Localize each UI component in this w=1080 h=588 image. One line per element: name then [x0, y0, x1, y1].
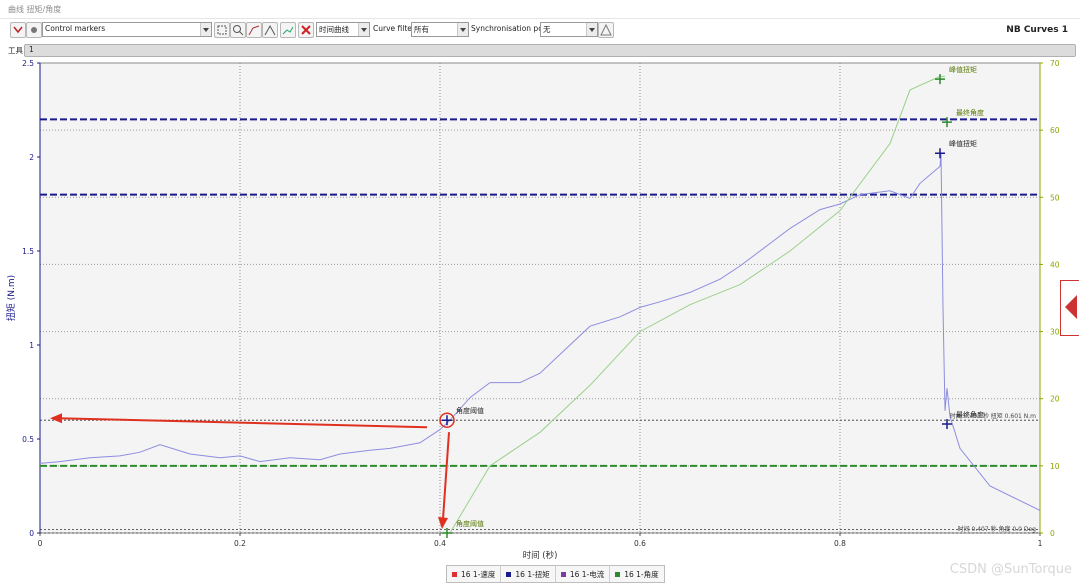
markers-combo-value: Control markers	[45, 24, 106, 33]
annotation-label: 角度阈值	[456, 519, 484, 528]
settings-icon[interactable]	[26, 22, 42, 38]
curve-filter-combo[interactable]: 所有	[411, 22, 469, 37]
legend-label-angle: 16 1-角度	[624, 569, 659, 579]
annotation-label: 峰值扭矩	[949, 65, 977, 74]
tools-value: 1	[29, 45, 34, 54]
sync-point-combo-value: 无	[543, 25, 551, 34]
panel-title: NB Curves 1	[1006, 25, 1068, 35]
zoom-fit-icon[interactable]	[214, 22, 230, 38]
plot-area	[39, 62, 1041, 534]
note-text: 时间 0.407 秒 扭矩 0.601 N.m	[950, 412, 1036, 420]
y-right-tick-label: 10	[1050, 462, 1060, 471]
x-tick-label: 0.2	[234, 539, 246, 548]
x-tick-label: 1	[1038, 539, 1043, 548]
y-left-tick-label: 0	[29, 529, 34, 538]
zoom-in-icon[interactable]	[230, 22, 246, 38]
y-right-tick-label: 50	[1050, 193, 1060, 202]
y-left-tick-label: 1	[29, 341, 34, 350]
chevron-down-icon[interactable]	[358, 23, 369, 36]
csv-export-icon[interactable]	[10, 22, 26, 38]
time-curve-combo[interactable]: 时间曲线	[316, 22, 370, 37]
legend-swatch-current	[560, 571, 566, 577]
y-right-tick-label: 20	[1050, 395, 1060, 404]
note-text: 时间 0.407 秒 角度 0.0 Deg	[958, 525, 1037, 533]
legend-swatch-angle	[615, 571, 621, 577]
y-right-tick-label: 30	[1050, 328, 1060, 337]
torque-angle-chart: 0 0.2 0.4 0.6 0.8 101020304050607000.511.522.…	[5, 59, 1060, 561]
y-right-tick-label: 60	[1050, 126, 1060, 135]
window-title: 曲线 扭矩/角度	[8, 5, 62, 14]
y-right-tick-label: 0	[1050, 529, 1055, 538]
curve-fit-icon[interactable]	[262, 22, 278, 38]
x-tick-label: 0.6	[634, 539, 646, 548]
window-title-bar: 曲线 扭矩/角度	[0, 0, 1080, 19]
y-left-tick-label: 2	[29, 153, 34, 162]
legend-item-angle[interactable]: 16 1-角度	[610, 566, 663, 582]
y-right-tick-label: 40	[1050, 260, 1060, 269]
y-left-tick-label: 1.5	[22, 247, 34, 256]
chevron-down-icon[interactable]	[457, 23, 468, 36]
y-right-tick-label: 70	[1050, 59, 1060, 68]
side-panel-toggle[interactable]	[1060, 280, 1079, 336]
watermark: CSDN @SunTorque	[949, 562, 1072, 577]
x-axis-label: 时间 (秒)	[523, 550, 558, 561]
time-curve-combo-value: 时间曲线	[319, 25, 349, 34]
legend-item-current[interactable]: 16 1-电流	[556, 566, 611, 582]
tools-bar: 工具 1	[6, 44, 1076, 57]
legend-item-torque[interactable]: 16 1-扭矩	[501, 566, 556, 582]
toolbar: Control markers 时间曲线 Curve filter 所有 Syn…	[6, 19, 1076, 41]
x-tick-label: 0.8	[834, 539, 846, 548]
curve-filter-combo-value: 所有	[414, 25, 429, 34]
x-tick-label: 0.4	[434, 539, 446, 548]
warning-icon[interactable]	[598, 22, 614, 38]
x-tick-label: 0	[38, 539, 43, 548]
markers-combo[interactable]: Control markers	[42, 22, 212, 37]
legend-swatch-speed	[452, 571, 457, 577]
y-left-axis-label: 扭矩 (N.m)	[5, 275, 17, 321]
y-left-tick-label: 0.5	[22, 435, 34, 444]
legend: 16 1-速度 16 1-扭矩 16 1-电流 16 1-角度	[446, 565, 665, 583]
legend-label-speed: 16 1-速度	[461, 569, 496, 579]
legend-item-speed[interactable]: 16 1-速度	[447, 566, 502, 582]
annotation-label: 角度阈值	[456, 406, 484, 415]
chart-icon[interactable]	[280, 22, 296, 38]
chevron-down-icon[interactable]	[586, 23, 597, 36]
annotation-label: 最终角度	[956, 108, 984, 117]
annotation-label: 峰值扭矩	[949, 139, 977, 148]
y-left-tick-label: 2.5	[22, 59, 34, 68]
legend-swatch-torque	[506, 571, 512, 577]
chevron-down-icon[interactable]	[200, 23, 211, 36]
tools-label: 工具	[8, 46, 23, 55]
legend-label-current: 16 1-电流	[569, 569, 605, 579]
delete-icon[interactable]	[298, 22, 314, 38]
sync-point-combo[interactable]: 无	[540, 22, 598, 37]
curve-filter-label: Curve filter	[373, 24, 415, 33]
curve-icon[interactable]	[246, 22, 262, 38]
legend-label-torque: 16 1-扭矩	[515, 569, 550, 579]
